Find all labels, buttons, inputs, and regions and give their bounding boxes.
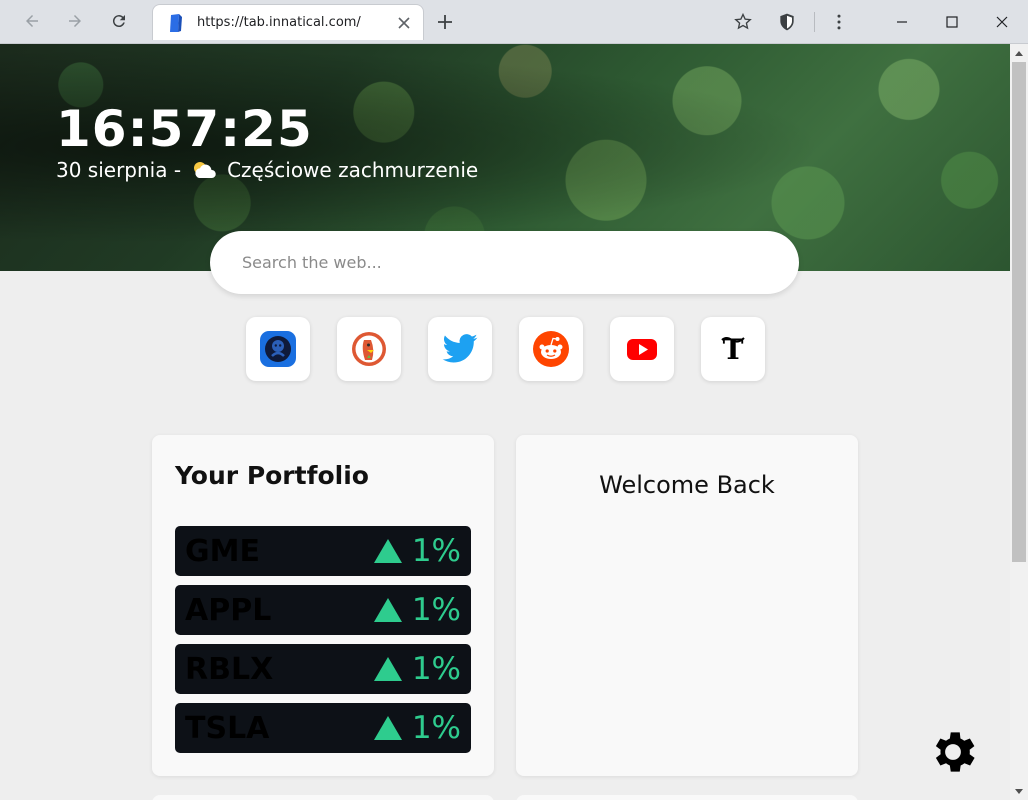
tab-close-icon[interactable] [397,16,411,30]
maximize-icon [946,16,958,28]
welcome-card: Welcome Back [516,435,858,776]
bookmark-button[interactable] [731,10,755,34]
next-card-edge [152,795,494,800]
stock-ticker: GME [185,534,260,569]
arrow-right-icon [69,15,81,27]
site-favicon-icon [170,14,182,32]
browser-tab[interactable]: https://tab.innatical.com/ [152,4,424,40]
portfolio-title: Your Portfolio [175,461,369,490]
youtube-icon [627,339,657,360]
menu-button[interactable] [827,10,851,34]
stock-row: APPL 1% [175,585,471,635]
shortcut-github[interactable] [246,317,310,381]
stock-change: 1% [373,592,461,628]
up-arrow-icon [373,716,402,740]
stock-row: TSLA 1% [175,703,471,753]
stock-change-value: 1% [411,710,461,746]
shortcut-reddit[interactable] [519,317,583,381]
scrollbar-thumb[interactable] [1012,62,1026,562]
stock-ticker: TSLA [185,711,270,746]
shortcut-nytimes[interactable]: T [701,317,765,381]
stock-change: 1% [373,533,461,569]
close-icon [996,16,1008,28]
shortcut-youtube[interactable] [610,317,674,381]
kebab-menu-icon [837,14,841,30]
stock-row: GME 1% [175,526,471,576]
reload-button[interactable] [104,6,134,36]
up-arrow-icon [373,657,402,681]
stock-change-value: 1% [411,651,461,687]
minimize-button[interactable] [877,0,927,44]
portfolio-card: Your Portfolio GME 1% APPL 1% RBLX 1% TS… [152,435,494,776]
maximize-button[interactable] [927,0,977,44]
reddit-icon [533,331,569,367]
stock-ticker: RBLX [185,652,274,687]
welcome-text: Welcome Back [599,471,775,499]
tab-url: https://tab.innatical.com/ [197,15,361,30]
minimize-icon [897,21,907,23]
duckduckgo-icon [352,332,386,366]
browser-toolbar: https://tab.innatical.com/ [0,0,1028,44]
extension-button[interactable] [775,10,799,34]
stock-change: 1% [373,651,461,687]
search-box [210,231,799,294]
stock-row: RBLX 1% [175,644,471,694]
close-window-button[interactable] [977,0,1027,44]
forward-button[interactable] [60,6,90,36]
shortcut-twitter[interactable] [428,317,492,381]
github-icon [260,331,296,367]
toolbar-divider [814,12,815,32]
scroll-up-arrow-icon[interactable] [1010,44,1028,61]
up-arrow-icon [373,598,402,622]
new-tab-button[interactable] [432,9,458,35]
gear-icon [935,732,975,772]
stock-change: 1% [373,710,461,746]
clock: 16:57:25 [56,100,313,158]
search-input[interactable] [242,231,772,294]
plus-icon [438,15,452,29]
shield-icon [780,13,794,31]
date-weather-line: 30 sierpnia - Częściowe zachmurzenie [56,158,478,182]
scroll-down-arrow-icon[interactable] [1010,783,1028,800]
next-card-edge [516,795,858,800]
back-button[interactable] [17,6,47,36]
up-arrow-icon [373,539,402,563]
partly-cloudy-icon [194,162,216,178]
date-text: 30 sierpnia - [56,158,182,182]
stock-change-value: 1% [411,592,461,628]
stock-change-value: 1% [411,533,461,569]
settings-button[interactable] [925,724,981,780]
stock-ticker: APPL [185,593,272,628]
page-scrollbar[interactable] [1010,44,1028,800]
shortcut-duckduckgo[interactable] [337,317,401,381]
twitter-icon [442,334,478,363]
nytimes-icon: T [721,333,745,366]
arrow-left-icon [26,15,38,27]
star-icon [734,12,752,30]
reload-icon [112,15,125,28]
weather-text: Częściowe zachmurzenie [227,158,479,182]
